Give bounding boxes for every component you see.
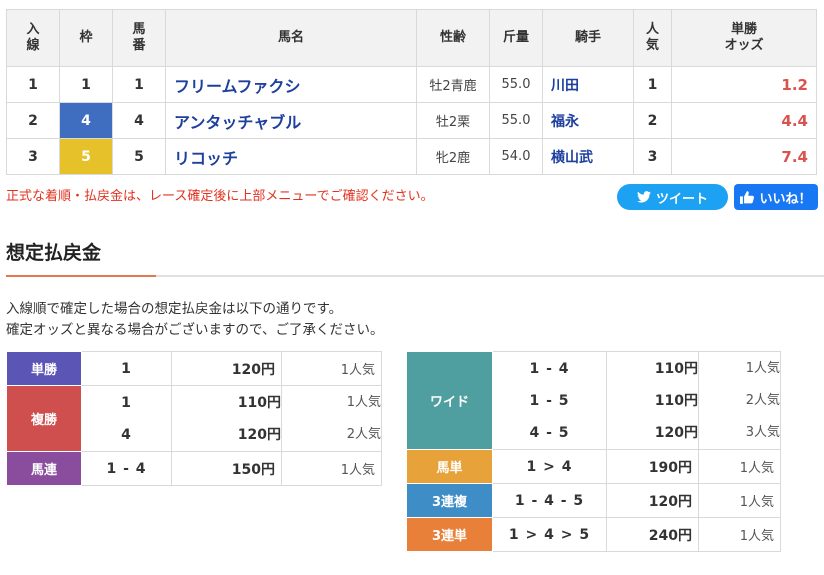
result-header-row: 入線 枠 馬番 馬名 性齢 斤量 騎手 人気 単勝 オッズ — [6, 9, 817, 67]
bet-type-trio: 3連複 — [406, 483, 493, 518]
header-horse: 馬名 — [165, 9, 417, 67]
payout-amount: 110円 110円 120円 — [606, 351, 699, 450]
payout-row-wide: ワイド 1 - 41 - 54 - 5 110円 110円 120円 1人気 2人気 3… — [406, 351, 781, 450]
payout-amount: 240円 — [606, 517, 699, 552]
payout-row-place: 複勝 14 110円 120円 1人気 2人気 — [6, 385, 382, 452]
payout-table-right: ワイド 1 - 41 - 54 - 5 110円 110円 120円 1人気 2人気 3… — [406, 351, 781, 552]
payout-row-win: 単勝 1 120円 1人気 — [6, 351, 382, 386]
odds-cell: 1.2 — [671, 66, 817, 103]
header-odds: 単勝 オッズ — [671, 9, 817, 67]
payout-popularity: 1人気 — [698, 483, 781, 518]
header-jockey: 騎手 — [542, 9, 634, 67]
result-row: 2 4 4 アンタッチャブル 牡2栗 55.0 福永 2 4.4 — [6, 102, 817, 139]
finish-cell: 3 — [6, 138, 60, 175]
payout-combo: 1 — [81, 351, 172, 386]
payout-row-trio: 3連複 1 - 4 - 5 120円 1人気 — [406, 483, 781, 518]
header-number: 馬番 — [112, 9, 166, 67]
payout-amount: 110円 120円 — [171, 385, 282, 452]
bet-type-win: 単勝 — [6, 351, 82, 386]
like-button[interactable]: いいね！ — [734, 184, 818, 210]
like-label: いいね！ — [759, 191, 812, 207]
payout-combo: 1 > 4 — [492, 449, 607, 484]
bet-type-exacta: 馬単 — [406, 449, 493, 484]
result-row: 1 1 1 フリームファクシ 牡2青鹿 55.0 川田 1 1.2 — [6, 66, 817, 103]
payout-popularity: 1人気 2人気 — [281, 385, 382, 452]
header-popularity: 人気 — [633, 9, 672, 67]
frame-cell: 5 — [59, 138, 113, 175]
bet-type-place: 複勝 — [6, 385, 82, 452]
jockey-link[interactable]: 横山武 — [542, 138, 634, 175]
payout-popularity: 1人気 — [698, 449, 781, 484]
sex-age-cell: 牡2青鹿 — [416, 66, 490, 103]
horse-name-link[interactable]: リコッチ — [165, 138, 417, 175]
payout-amount: 190円 — [606, 449, 699, 484]
payout-amount: 150円 — [171, 451, 282, 486]
weight-cell: 55.0 — [489, 66, 543, 103]
bet-type-trifecta: 3連単 — [406, 517, 493, 552]
header-sex-age: 性齢 — [416, 9, 490, 67]
horse-name-link[interactable]: フリームファクシ — [165, 66, 417, 103]
payout-popularity: 1人気 — [698, 517, 781, 552]
header-frame: 枠 — [59, 9, 113, 67]
number-cell: 5 — [112, 138, 166, 175]
number-cell: 4 — [112, 102, 166, 139]
popularity-cell: 1 — [633, 66, 672, 103]
popularity-cell: 2 — [633, 102, 672, 139]
confirmation-notice: 正式な着順・払戻金は、レース確定後に上部メニューでご確認ください。 — [6, 189, 434, 204]
odds-cell: 4.4 — [671, 102, 817, 139]
twitter-bird-icon — [636, 191, 651, 203]
weight-cell: 55.0 — [489, 102, 543, 139]
payout-popularity: 1人気 — [281, 351, 382, 386]
frame-cell: 1 — [59, 66, 113, 103]
payout-popularity: 1人気 2人気 3人気 — [698, 351, 781, 450]
payout-popularity: 1人気 — [281, 451, 382, 486]
weight-cell: 54.0 — [489, 138, 543, 175]
bet-type-quinella: 馬連 — [6, 451, 82, 486]
header-weight: 斤量 — [489, 9, 543, 67]
tweet-button[interactable]: ツイート — [617, 184, 728, 210]
number-cell: 1 — [112, 66, 166, 103]
race-result-table: 入線 枠 馬番 馬名 性齢 斤量 騎手 人気 単勝 オッズ 1 1 1 フリームフ… — [6, 9, 817, 175]
finish-cell: 2 — [6, 102, 60, 139]
result-row: 3 5 5 リコッチ 牝2鹿 54.0 横山武 3 7.4 — [6, 138, 817, 175]
payout-row-quinella: 馬連 1 - 4 150円 1人気 — [6, 451, 382, 486]
jockey-link[interactable]: 川田 — [542, 66, 634, 103]
popularity-cell: 3 — [633, 138, 672, 175]
tweet-label: ツイート — [655, 191, 708, 207]
payout-row-trifecta: 3連単 1 > 4 > 5 240円 1人気 — [406, 517, 781, 552]
payout-combo: 14 — [81, 385, 172, 452]
payout-amount: 120円 — [171, 351, 282, 386]
sex-age-cell: 牝2鹿 — [416, 138, 490, 175]
payout-combo: 1 - 41 - 54 - 5 — [492, 351, 607, 450]
payout-table-left: 単勝 1 120円 1人気 複勝 14 110円 120円 1人気 2人気 馬連 1… — [6, 351, 382, 486]
sex-age-cell: 牡2栗 — [416, 102, 490, 139]
section-divider-accent — [6, 275, 156, 277]
frame-cell: 4 — [59, 102, 113, 139]
payout-combo: 1 - 4 — [81, 451, 172, 486]
payout-combo: 1 - 4 - 5 — [492, 483, 607, 518]
header-finish: 入線 — [6, 9, 60, 67]
odds-cell: 7.4 — [671, 138, 817, 175]
payout-amount: 120円 — [606, 483, 699, 518]
payout-combo: 1 > 4 > 5 — [492, 517, 607, 552]
section-description: 入線順で確定した場合の想定払戻金は以下の通りです。 — [6, 301, 343, 317]
payout-row-exacta: 馬単 1 > 4 190円 1人気 — [406, 449, 781, 484]
jockey-link[interactable]: 福永 — [542, 102, 634, 139]
finish-cell: 1 — [6, 66, 60, 103]
section-title: 想定払戻金 — [6, 242, 102, 264]
bet-type-wide: ワイド — [406, 351, 493, 450]
thumbs-up-icon — [740, 190, 755, 204]
section-description: 確定オッズと異なる場合がございますので、ご了承ください。 — [6, 322, 384, 338]
horse-name-link[interactable]: アンタッチャブル — [165, 102, 417, 139]
